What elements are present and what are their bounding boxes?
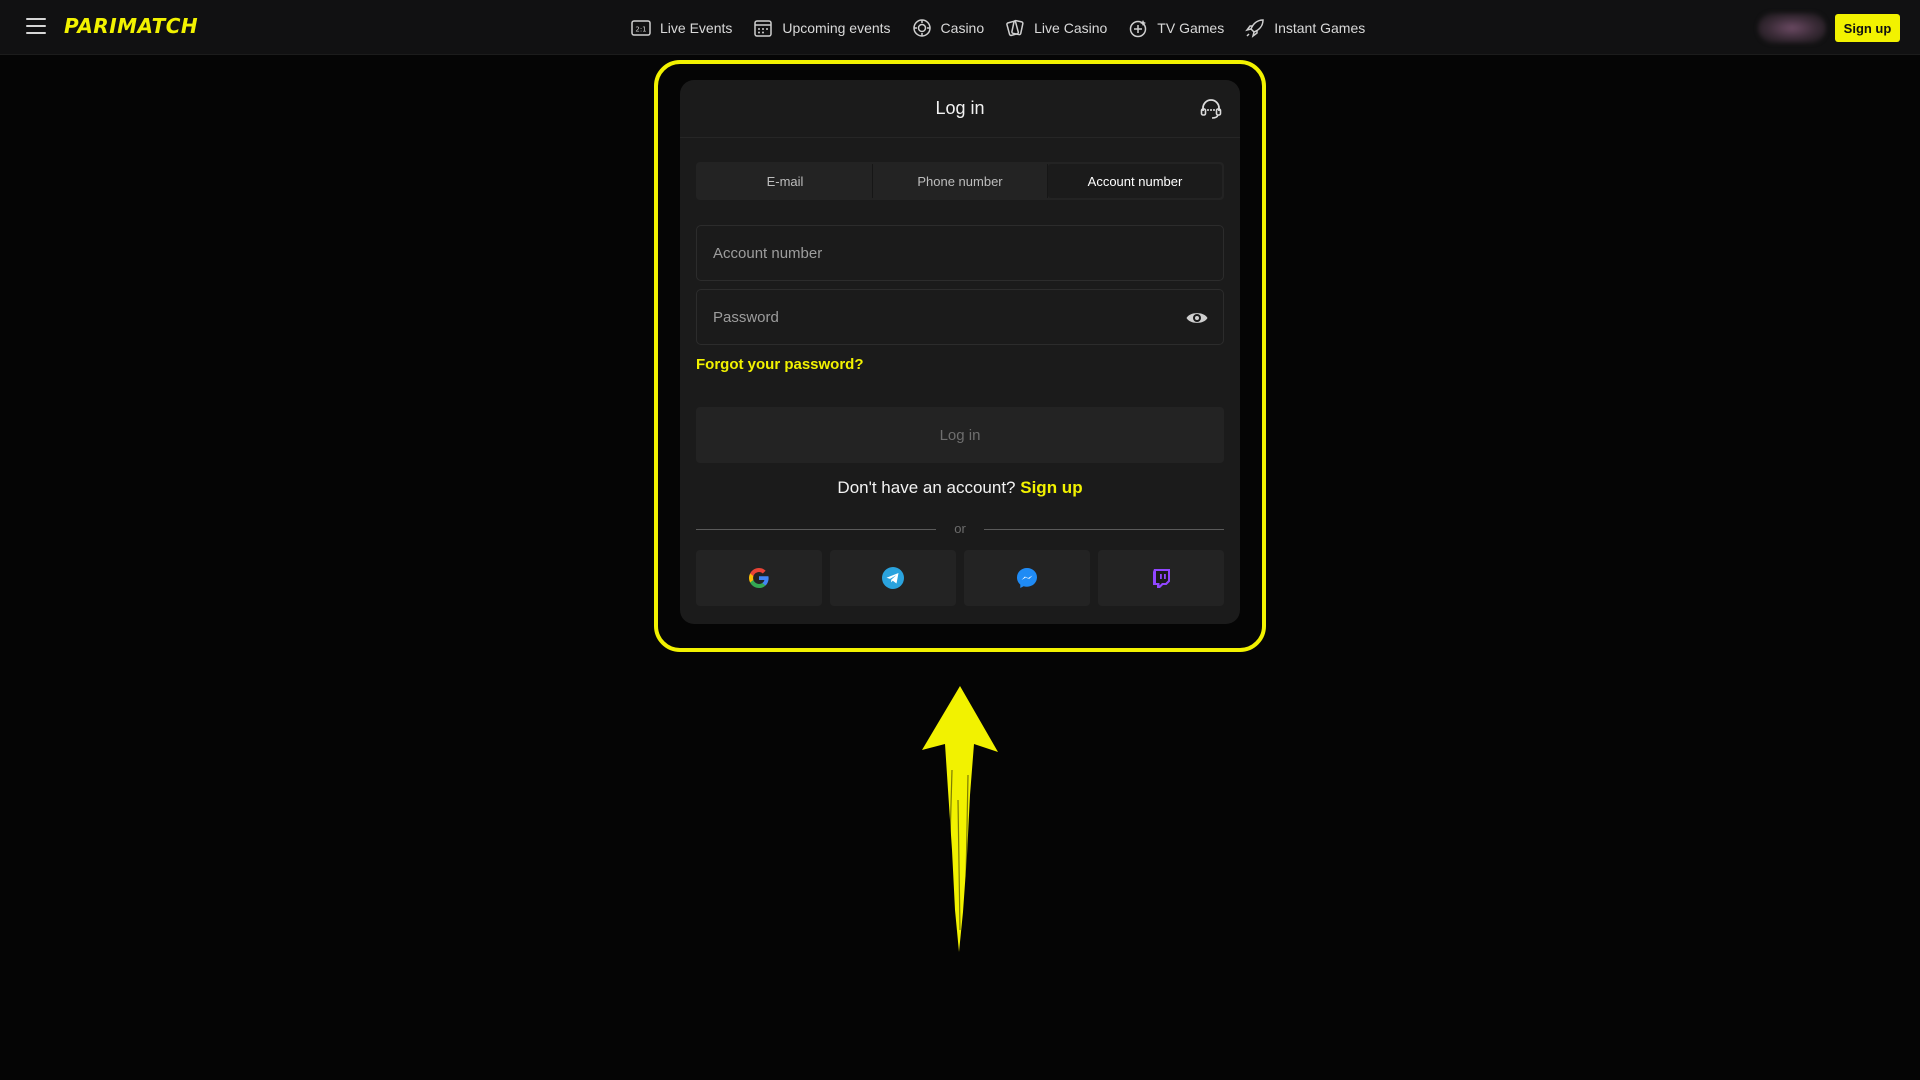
- header-signup-button[interactable]: Sign up: [1835, 14, 1900, 42]
- modal-title: Log in: [935, 98, 985, 118]
- or-divider: or: [696, 520, 1224, 540]
- svg-text:2:1: 2:1: [635, 25, 646, 33]
- nav-item-live-casino[interactable]: Live Casino: [1004, 17, 1107, 39]
- login-method-tabs: E-mail Phone number Account number: [696, 162, 1224, 200]
- rocket-icon: [1245, 18, 1264, 38]
- tab-account-number[interactable]: Account number: [1048, 164, 1222, 198]
- tab-phone-number[interactable]: Phone number: [873, 164, 1048, 198]
- nav-label: Casino: [940, 19, 985, 36]
- live-events-icon: 2:1: [631, 19, 651, 36]
- nav-item-casino[interactable]: Casino: [911, 17, 985, 39]
- nav-label: Live Casino: [1034, 19, 1108, 36]
- tv-games-icon: [1130, 19, 1147, 37]
- telegram-login-button[interactable]: [830, 550, 956, 606]
- eye-icon[interactable]: [1185, 307, 1209, 329]
- account-number-field: [696, 225, 1224, 281]
- messenger-icon: [1017, 568, 1037, 588]
- divider-line: [984, 529, 1224, 530]
- nav-item-live-events[interactable]: 2:1 Live Events: [630, 17, 732, 39]
- tab-email[interactable]: E-mail: [698, 164, 873, 198]
- nav-item-instant-games[interactable]: Instant Games: [1244, 17, 1365, 39]
- modal-header: Log in: [680, 80, 1240, 138]
- casino-chip-icon: [912, 18, 931, 37]
- google-icon: [749, 568, 769, 588]
- google-login-button[interactable]: [696, 550, 822, 606]
- menu-icon[interactable]: [26, 18, 46, 36]
- nav-label: Live Events: [660, 19, 733, 36]
- twitch-login-button[interactable]: [1098, 550, 1224, 606]
- top-navigation-bar: PARIMATCH 2:1 Live Events Upcoming event…: [0, 0, 1920, 55]
- messenger-login-button[interactable]: [964, 550, 1090, 606]
- nav-label: Upcoming events: [782, 19, 891, 36]
- login-button[interactable]: Log in: [696, 407, 1224, 463]
- password-input[interactable]: [697, 290, 1223, 344]
- nav-label: TV Games: [1157, 19, 1225, 36]
- nav-item-upcoming-events[interactable]: Upcoming events: [752, 17, 891, 39]
- cards-icon: [1006, 19, 1024, 36]
- main-nav: 2:1 Live Events Upcoming events Casino L…: [630, 0, 1385, 55]
- twitch-icon: [1153, 569, 1170, 588]
- calendar-icon: [754, 19, 773, 37]
- signup-prompt: Don't have an account? Sign up: [680, 478, 1240, 498]
- yellow-arrow-annotation: [922, 686, 998, 952]
- nav-label: Instant Games: [1274, 19, 1366, 36]
- login-modal: Log in E-mail Phone number Account numbe…: [680, 80, 1240, 624]
- support-headset-icon[interactable]: [1198, 96, 1224, 122]
- nav-item-tv-games[interactable]: TV Games: [1127, 17, 1224, 39]
- forgot-password-link[interactable]: Forgot your password?: [696, 356, 864, 373]
- account-number-input[interactable]: [697, 226, 1223, 280]
- no-account-text: Don't have an account?: [837, 478, 1016, 497]
- telegram-icon: [882, 567, 904, 589]
- password-field: [696, 289, 1224, 345]
- parimatch-logo[interactable]: PARIMATCH: [64, 14, 198, 38]
- signup-link[interactable]: Sign up: [1020, 478, 1082, 497]
- avatar[interactable]: [1758, 13, 1826, 43]
- social-login-row: [696, 550, 1224, 606]
